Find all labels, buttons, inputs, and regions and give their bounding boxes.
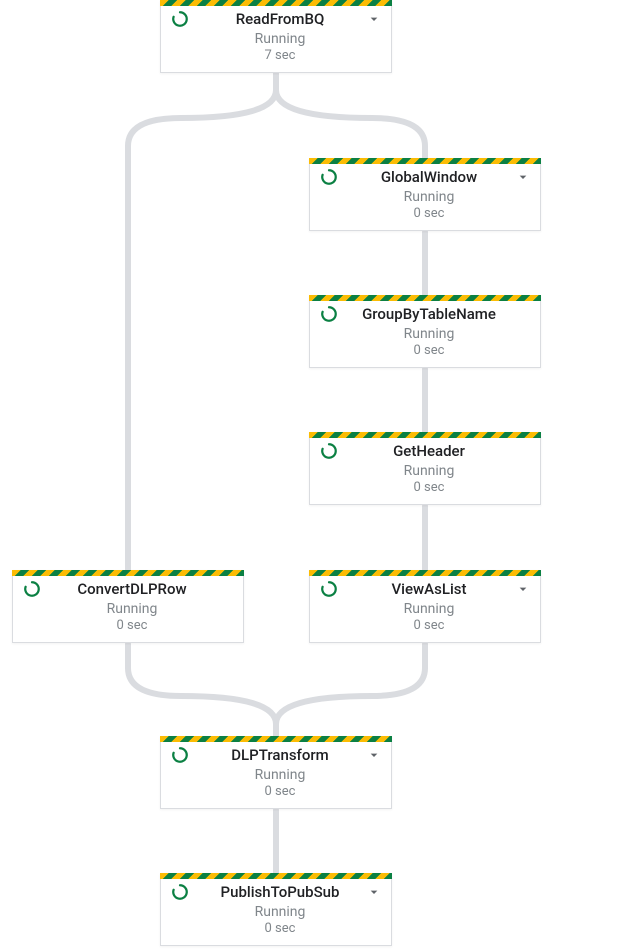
node-title: DLPTransform [195,746,365,764]
running-spinner-icon [320,580,338,598]
node-publishToPubSub[interactable]: PublishToPubSub Running0 sec [160,873,392,946]
node-status: Running [195,903,365,921]
node-duration: 0 sec [344,480,514,496]
node-title: PublishToPubSub [195,883,365,901]
node-status: Running [344,188,514,206]
node-readFromBQ[interactable]: ReadFromBQ Running7 sec [160,0,392,73]
node-title: ViewAsList [344,580,514,598]
expand-node-icon[interactable] [514,580,532,598]
node-title: GetHeader [344,442,514,460]
node-duration: 7 sec [195,48,365,64]
expand-node-icon[interactable] [365,10,383,28]
edge-viewAsList-to-dlpTransform [276,644,425,736]
node-duration: 0 sec [195,921,365,937]
node-duration: 0 sec [47,618,217,634]
node-status: Running [195,30,365,48]
node-status: Running [344,600,514,618]
node-title: ConvertDLPRow [47,580,217,598]
node-title: GlobalWindow [344,168,514,186]
running-spinner-icon [320,442,338,460]
running-spinner-icon [171,10,189,28]
node-groupByTable[interactable]: GroupByTableName Running0 sec [309,295,541,368]
running-spinner-icon [171,746,189,764]
running-spinner-icon [23,580,41,598]
node-duration: 0 sec [344,343,514,359]
node-duration: 0 sec [344,206,514,222]
edge-readFromBQ-to-globalWindow [276,74,425,158]
expand-node-icon[interactable] [365,883,383,901]
expand-node-icon[interactable] [514,168,532,186]
edge-convertDlpRow-to-dlpTransform [128,644,276,736]
running-spinner-icon [171,883,189,901]
node-status: Running [195,766,365,784]
edge-readFromBQ-to-convertDlpRow [128,74,276,570]
running-spinner-icon [320,305,338,323]
node-dlpTransform[interactable]: DLPTransform Running0 sec [160,736,392,809]
expand-node-icon[interactable] [365,746,383,764]
node-status: Running [344,462,514,480]
node-status: Running [47,600,217,618]
node-duration: 0 sec [344,618,514,634]
node-viewAsList[interactable]: ViewAsList Running0 sec [309,570,541,643]
node-status: Running [344,325,514,343]
node-convertDlpRow[interactable]: ConvertDLPRow Running0 sec [12,570,244,643]
node-globalWindow[interactable]: GlobalWindow Running0 sec [309,158,541,231]
node-title: GroupByTableName [344,305,514,323]
node-getHeader[interactable]: GetHeader Running0 sec [309,432,541,505]
node-duration: 0 sec [195,784,365,800]
running-spinner-icon [320,168,338,186]
node-title: ReadFromBQ [195,10,365,28]
